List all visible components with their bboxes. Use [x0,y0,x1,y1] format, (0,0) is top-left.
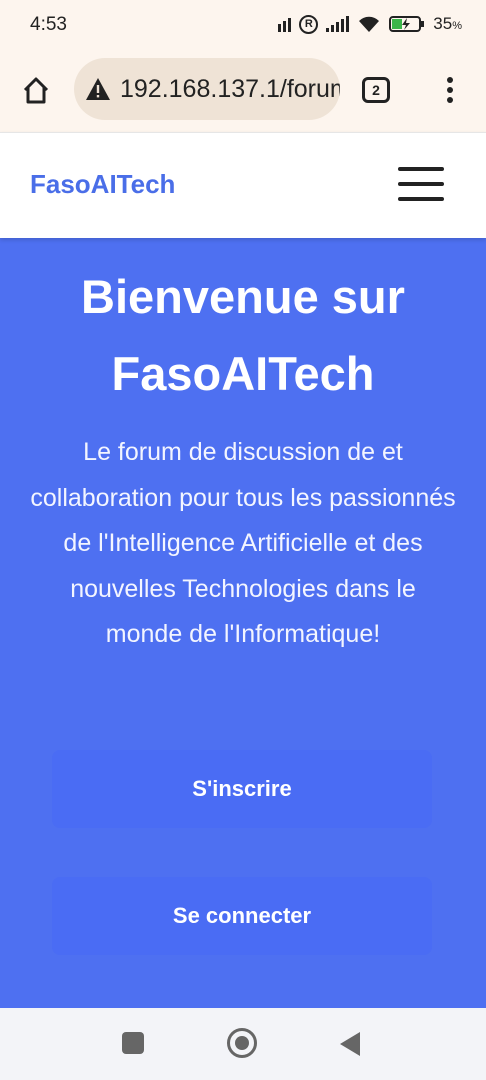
signal-icon [326,16,350,32]
hamburger-menu-icon[interactable] [398,167,444,201]
status-time: 4:53 [30,14,67,35]
battery-level: 35% [433,14,462,33]
hero-description: Le forum de discussion de et collaborati… [30,438,456,649]
not-secure-warning-icon[interactable] [84,75,112,103]
browser-home-button[interactable] [20,74,52,106]
back-icon[interactable] [340,1032,360,1056]
home-circle-icon[interactable] [227,1028,257,1058]
hero-section: Bienvenue sur FasoAITech Le forum de dis… [0,238,486,1008]
recents-icon[interactable] [122,1032,144,1054]
brand-logo-link[interactable]: FasoAITech [30,169,175,200]
status-bar: 4:53 R 35% [0,0,486,50]
home-icon [23,77,49,104]
address-bar[interactable]: 192.168.137.1/forum [74,58,340,120]
hero-title: Bienvenue sur FasoAITech [81,270,405,400]
tab-switcher-button[interactable]: 2 [362,77,390,103]
wifi-icon [359,16,380,32]
browser-toolbar: 192.168.137.1/forum 2 [0,50,486,130]
system-navigation-bar [0,1008,486,1080]
site-navbar: FasoAITech [0,132,486,238]
more-options-icon[interactable] [440,74,460,106]
status-icons: R 35% [278,14,462,34]
roaming-icon: R [299,14,319,34]
sim1-signal-icon [278,16,292,32]
login-button[interactable]: Se connecter [52,877,432,955]
battery-icon [389,16,425,32]
signup-button[interactable]: S'inscrire [52,750,432,828]
url-text: 192.168.137.1/forum [120,74,340,103]
